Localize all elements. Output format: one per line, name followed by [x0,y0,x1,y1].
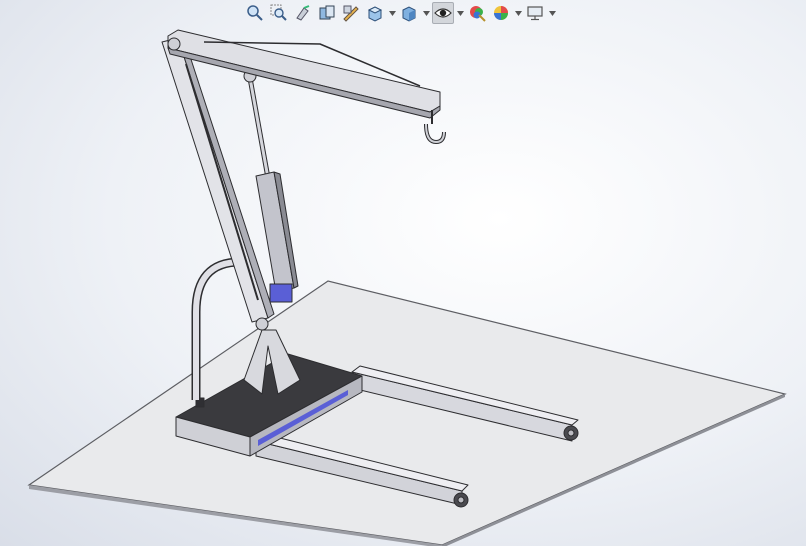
boom-arm [167,29,441,119]
previous-view-button[interactable] [292,2,314,24]
chevron-down-icon [456,10,464,16]
chevron-down-icon [388,10,396,16]
display-style-button[interactable] [398,2,420,24]
zoom-to-area-icon [270,4,287,21]
view-orientation-icon [367,6,383,22]
hide-show-items-dropdown[interactable] [456,2,464,24]
chevron-down-icon [422,10,430,16]
section-view-icon [319,5,335,20]
dynamic-annotation-views-icon [343,5,359,22]
view-orientation-button[interactable] [364,2,386,24]
chevron-down-icon [548,10,556,16]
floor-plane[interactable] [27,280,787,546]
monitor-icon [527,6,543,21]
display-style-icon [402,6,416,22]
view-settings-button[interactable] [524,2,546,24]
hide-show-items-button[interactable] [432,2,454,24]
zoom-to-area-button[interactable] [268,2,290,24]
apply-scene-dropdown[interactable] [514,2,522,24]
display-style-dropdown[interactable] [422,2,430,24]
apply-scene-icon [494,6,508,20]
zoom-to-fit-button[interactable] [244,2,266,24]
previous-view-icon [296,5,310,21]
dynamic-annotation-views-button[interactable] [340,2,362,24]
view-orientation-dropdown[interactable] [388,2,396,24]
section-view-button[interactable] [316,2,338,24]
graphics-viewport[interactable] [0,0,806,546]
apply-scene-button[interactable] [490,2,512,24]
view-settings-dropdown[interactable] [548,2,556,24]
edit-appearance-button[interactable] [466,2,488,24]
hide-show-items-icon [434,8,452,18]
heads-up-view-toolbar [244,0,556,26]
edit-appearance-icon [470,6,486,22]
zoom-to-fit-icon [247,5,263,21]
chevron-down-icon [514,10,522,16]
